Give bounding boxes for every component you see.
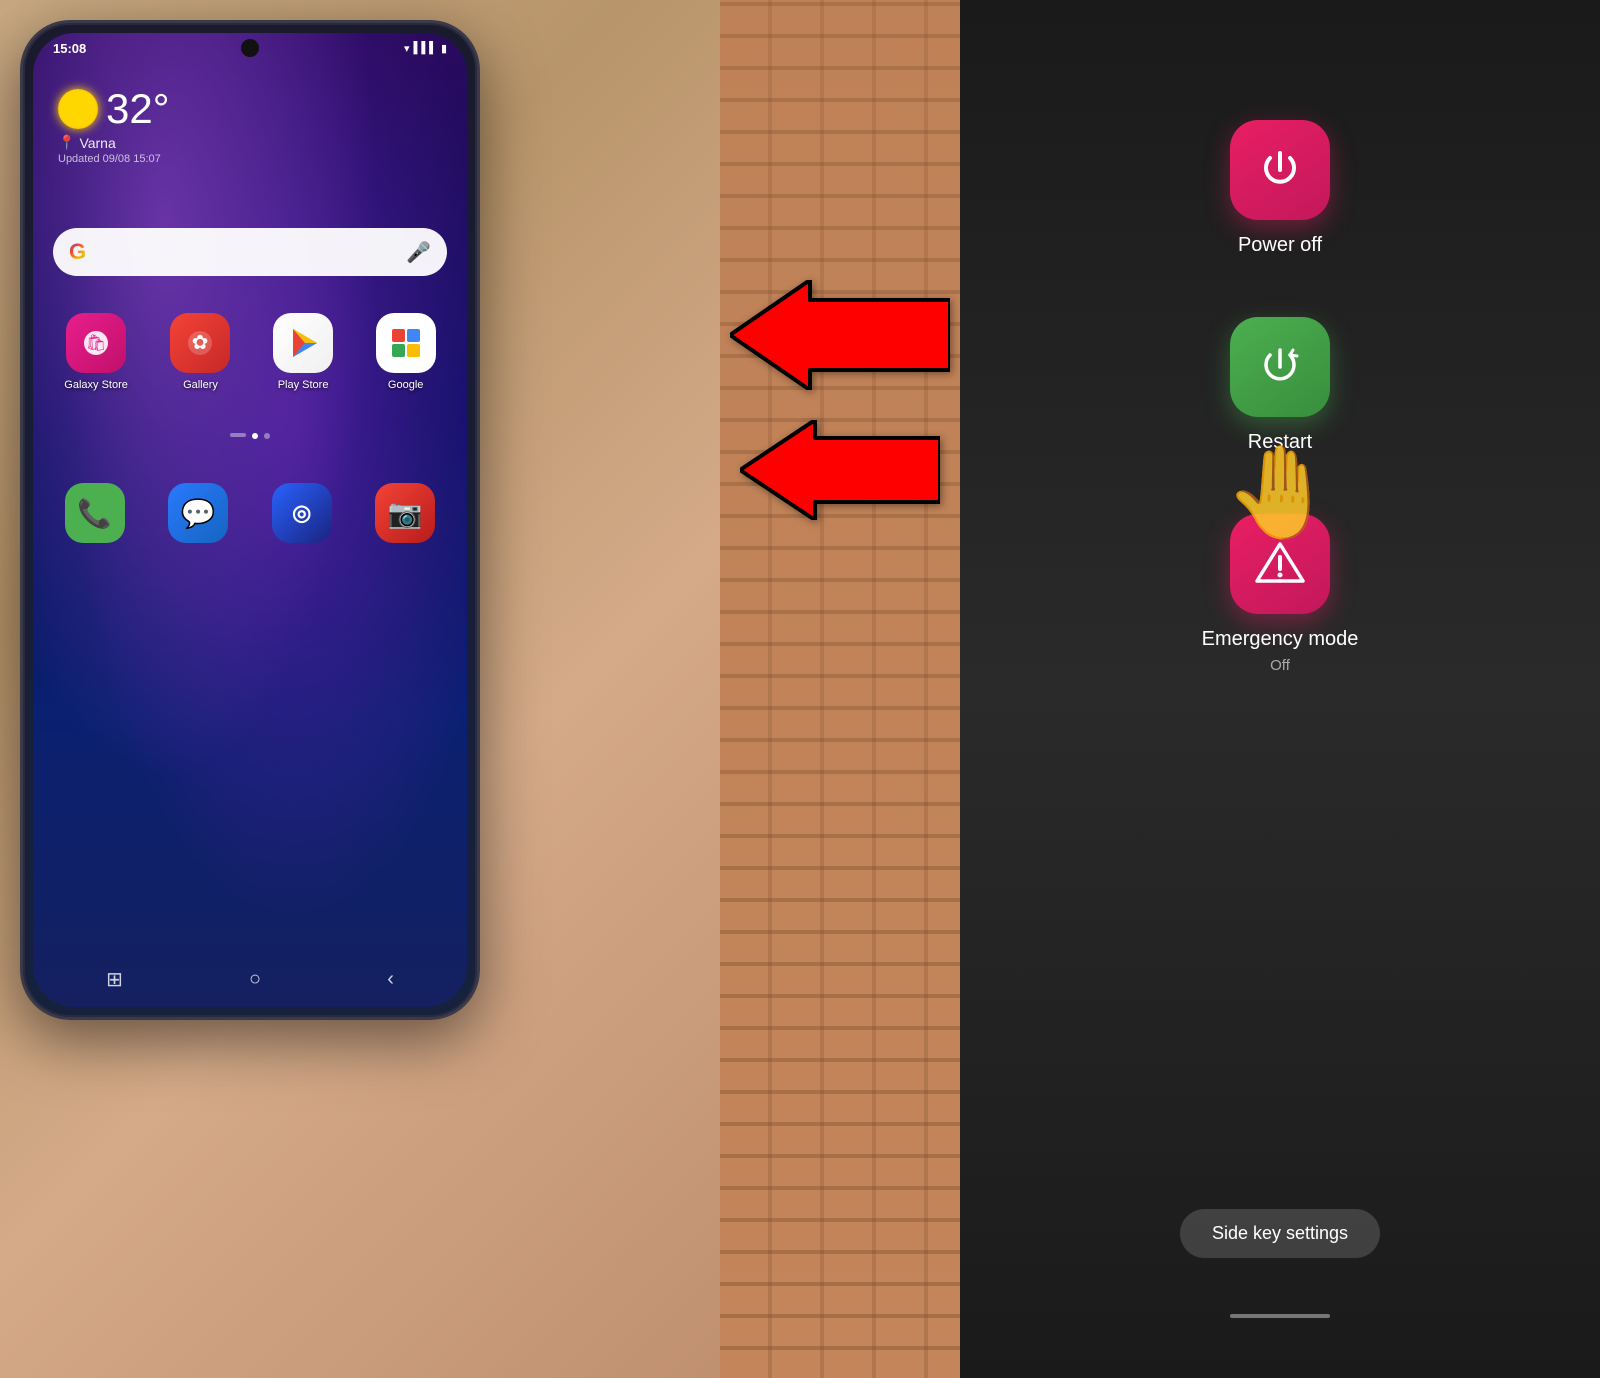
gallery-icon[interactable]: ✿ xyxy=(170,313,230,373)
app-google[interactable]: Google xyxy=(376,313,436,391)
status-time: 15:08 xyxy=(53,41,86,56)
play-store-icon[interactable] xyxy=(273,313,333,373)
phone-section: 15:08 ▾ ▌▌▌ ▮ 32° 📍 Varna Updated 09/08 … xyxy=(0,0,720,1378)
app-play-store[interactable]: Play Store xyxy=(273,313,333,391)
nav-home[interactable]: ○ xyxy=(249,968,261,991)
dock-messages-icon[interactable]: 💬 xyxy=(168,483,228,543)
app-icons-row: 🛍 Galaxy Store ✿ Gallery xyxy=(43,313,457,391)
play-store-label: Play Store xyxy=(278,379,329,391)
nav-recents[interactable]: ⊞ xyxy=(106,967,123,992)
nav-back[interactable]: ‹ xyxy=(387,968,394,991)
camera-notch xyxy=(241,39,259,57)
location-name: Varna xyxy=(79,135,115,151)
power-off-button[interactable] xyxy=(1230,120,1330,220)
battery-icon: ▮ xyxy=(441,42,447,55)
arrows-container xyxy=(740,200,940,500)
page-dot-active xyxy=(252,433,258,439)
temperature: 32° xyxy=(106,88,170,130)
status-icons: ▾ ▌▌▌ ▮ xyxy=(404,42,447,55)
location-row: 📍 Varna xyxy=(58,134,170,151)
arrow-top xyxy=(730,280,950,390)
wifi-icon: ▾ xyxy=(404,42,410,55)
mic-icon: 🎤 xyxy=(406,240,431,265)
svg-text:✿: ✿ xyxy=(192,332,209,354)
bottom-nav: ⊞ ○ ‹ xyxy=(43,967,457,992)
location-pin-icon: 📍 xyxy=(58,134,75,151)
galaxy-store-icon[interactable]: 🛍 xyxy=(66,313,126,373)
emergency-mode-sublabel: Off xyxy=(1270,657,1290,674)
app-gallery[interactable]: ✿ Gallery xyxy=(170,313,230,391)
weather-widget: 32° 📍 Varna Updated 09/08 15:07 xyxy=(58,88,170,165)
arrow-bottom xyxy=(740,420,940,520)
side-key-settings-label: Side key settings xyxy=(1212,1223,1348,1243)
power-menu-items: Power off Restart Emergenc xyxy=(960,120,1600,674)
app-galaxy-store[interactable]: 🛍 Galaxy Store xyxy=(64,313,128,391)
svg-text:🛍: 🛍 xyxy=(86,334,106,352)
power-off-icon xyxy=(1255,145,1305,195)
galaxy-store-label: Galaxy Store xyxy=(64,379,128,391)
restart-icon xyxy=(1255,342,1305,392)
signal-icon: ▌▌▌ xyxy=(414,42,437,54)
page-dots xyxy=(230,433,270,439)
search-bar[interactable]: G 🎤 xyxy=(53,228,447,276)
dock-row: 📞 💬 ◎ 📷 xyxy=(43,483,457,543)
google-logo: G xyxy=(69,239,86,265)
restart-button[interactable] xyxy=(1230,317,1330,417)
power-menu-section: Power off Restart Emergenc xyxy=(960,0,1600,1378)
side-key-settings-button[interactable]: Side key settings xyxy=(1180,1209,1380,1258)
phone-device: 15:08 ▾ ▌▌▌ ▮ 32° 📍 Varna Updated 09/08 … xyxy=(20,20,480,1020)
middle-section xyxy=(720,0,960,1378)
hand-cursor-icon: 🤚 xyxy=(1224,440,1336,545)
emergency-mode-label: Emergency mode xyxy=(1202,628,1359,651)
dock-camera-icon[interactable]: 📷 xyxy=(375,483,435,543)
gallery-label: Gallery xyxy=(183,379,218,391)
restart-item[interactable]: Restart xyxy=(1230,317,1330,454)
dock-samsung-icon[interactable]: ◎ xyxy=(272,483,332,543)
page-dot-inactive xyxy=(264,433,270,439)
phone-screen: 15:08 ▾ ▌▌▌ ▮ 32° 📍 Varna Updated 09/08 … xyxy=(33,33,467,1007)
weather-updated: Updated 09/08 15:07 xyxy=(58,153,170,165)
bottom-indicator-line xyxy=(1230,1314,1330,1318)
google-icon[interactable] xyxy=(376,313,436,373)
power-off-item[interactable]: Power off xyxy=(1230,120,1330,257)
sun-icon xyxy=(58,89,98,129)
emergency-icon xyxy=(1255,539,1305,589)
dock-phone-icon[interactable]: 📞 xyxy=(65,483,125,543)
google-label: Google xyxy=(388,379,423,391)
power-off-label: Power off xyxy=(1238,234,1322,257)
page-dot-lines xyxy=(230,433,246,437)
